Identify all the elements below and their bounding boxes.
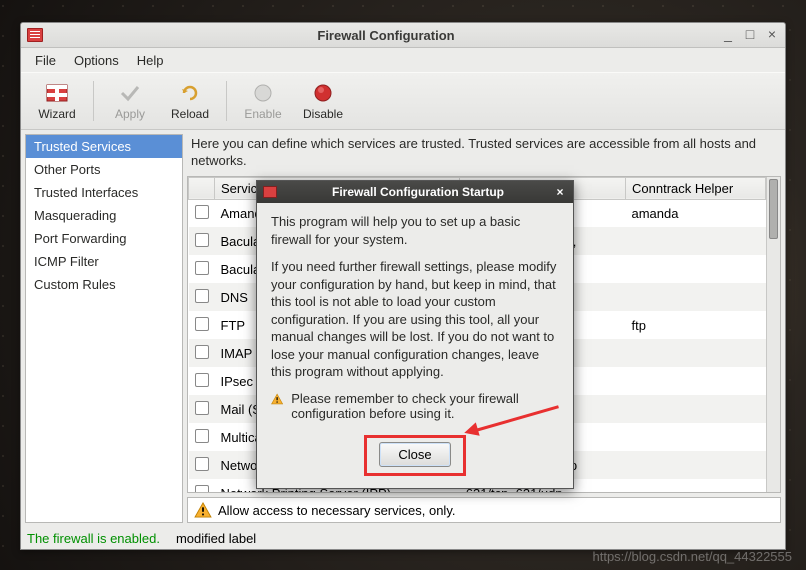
sidebar: Trusted Services Other Ports Trusted Int… — [25, 134, 183, 523]
sidebar-item-custom-rules[interactable]: Custom Rules — [26, 273, 182, 296]
status-firewall: The firewall is enabled. — [27, 531, 160, 546]
annotation-highlight: Close — [364, 435, 466, 476]
menu-help[interactable]: Help — [129, 51, 172, 70]
cell-helper — [626, 367, 766, 395]
cell-helper — [626, 479, 766, 493]
cell-helper: ftp — [626, 311, 766, 339]
cell-helper — [626, 395, 766, 423]
minimize-button[interactable]: _ — [721, 28, 735, 42]
firewall-icon — [27, 28, 43, 42]
cell-helper — [626, 255, 766, 283]
checkbox[interactable] — [195, 401, 209, 415]
sidebar-item-other-ports[interactable]: Other Ports — [26, 158, 182, 181]
dialog-body: This program will help you to set up a b… — [257, 203, 573, 488]
titlebar[interactable]: Firewall Configuration _ □ × — [21, 23, 785, 48]
menu-file[interactable]: File — [27, 51, 64, 70]
disable-button[interactable]: Disable — [295, 76, 351, 126]
warning-icon — [271, 391, 283, 407]
col-check[interactable] — [189, 177, 215, 199]
col-helper[interactable]: Conntrack Helper — [626, 177, 766, 199]
close-button[interactable]: × — [765, 28, 779, 42]
dialog-title: Firewall Configuration Startup — [283, 185, 553, 199]
cell-helper — [626, 339, 766, 367]
close-button[interactable]: Close — [379, 442, 451, 467]
checkbox[interactable] — [195, 457, 209, 471]
menu-options[interactable]: Options — [66, 51, 127, 70]
sidebar-item-trusted-services[interactable]: Trusted Services — [26, 135, 182, 158]
separator — [93, 81, 94, 121]
checkbox[interactable] — [195, 317, 209, 331]
footer-warning: Allow access to necessary services, only… — [187, 497, 781, 523]
disable-label: Disable — [303, 107, 343, 121]
dialog-close-icon[interactable]: × — [553, 185, 567, 199]
dialog-text-1: This program will help you to set up a b… — [271, 213, 559, 248]
statusbar: The firewall is enabled. modified label — [21, 527, 785, 549]
reload-icon — [178, 81, 202, 105]
check-icon — [118, 81, 142, 105]
separator — [226, 81, 227, 121]
sidebar-item-masquerading[interactable]: Masquerading — [26, 204, 182, 227]
scrollbar[interactable] — [766, 177, 780, 492]
checkbox[interactable] — [195, 485, 209, 493]
cell-helper — [626, 227, 766, 255]
checkbox[interactable] — [195, 205, 209, 219]
checkbox[interactable] — [195, 429, 209, 443]
enable-button: Enable — [235, 76, 291, 126]
enable-icon — [251, 81, 275, 105]
enable-label: Enable — [244, 107, 281, 121]
warning-icon — [194, 502, 212, 518]
sidebar-item-trusted-interfaces[interactable]: Trusted Interfaces — [26, 181, 182, 204]
cell-helper — [626, 423, 766, 451]
sidebar-item-icmp-filter[interactable]: ICMP Filter — [26, 250, 182, 273]
reload-label: Reload — [171, 107, 209, 121]
apply-label: Apply — [115, 107, 145, 121]
checkbox[interactable] — [195, 261, 209, 275]
reload-button[interactable]: Reload — [162, 76, 218, 126]
status-modified: modified label — [176, 531, 256, 546]
scroll-thumb[interactable] — [769, 179, 778, 239]
cell-helper: amanda — [626, 199, 766, 227]
window-title: Firewall Configuration — [51, 28, 721, 43]
panel-description: Here you can define which services are t… — [187, 134, 781, 172]
sidebar-item-port-forwarding[interactable]: Port Forwarding — [26, 227, 182, 250]
firewall-icon — [263, 186, 277, 198]
dialog-text-3: Please remember to check your firewall c… — [291, 391, 559, 421]
checkbox[interactable] — [195, 345, 209, 359]
wizard-label: Wizard — [38, 107, 75, 121]
checkbox[interactable] — [195, 233, 209, 247]
wizard-button[interactable]: Wizard — [29, 76, 85, 126]
cell-helper — [626, 451, 766, 479]
dialog-titlebar[interactable]: Firewall Configuration Startup × — [257, 181, 573, 203]
footer-warning-text: Allow access to necessary services, only… — [218, 503, 455, 518]
checkbox[interactable] — [195, 289, 209, 303]
toolbar: Wizard Apply Reload Enable Disable — [21, 72, 785, 130]
startup-dialog: Firewall Configuration Startup × This pr… — [256, 180, 574, 489]
apply-button: Apply — [102, 76, 158, 126]
dialog-text-2: If you need further firewall settings, p… — [271, 258, 559, 381]
cell-helper — [626, 283, 766, 311]
disable-icon — [311, 81, 335, 105]
maximize-button[interactable]: □ — [743, 28, 757, 42]
checkbox[interactable] — [195, 373, 209, 387]
firewall-wizard-icon — [45, 81, 69, 105]
menubar: File Options Help — [21, 48, 785, 72]
